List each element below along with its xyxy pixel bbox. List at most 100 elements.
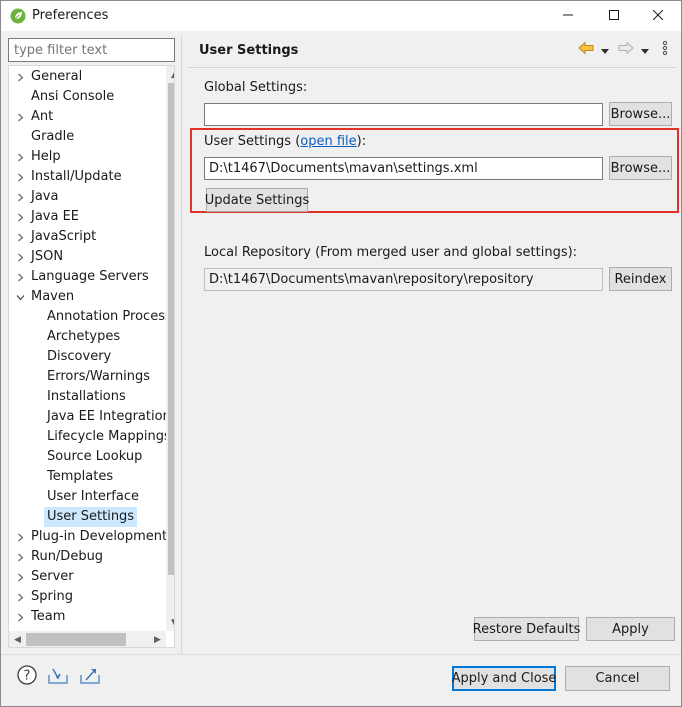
tree-item[interactable]: Plug-in Development	[9, 527, 168, 547]
chevron-right-icon[interactable]	[15, 227, 25, 247]
tree-item[interactable]: Server	[9, 567, 166, 587]
tree-item[interactable]: JavaScript	[9, 227, 166, 247]
forward-history-dropdown[interactable]	[639, 41, 651, 59]
local-repository-field[interactable]: D:\t1467\Documents\mavan\repository\repo…	[204, 268, 603, 291]
horizontal-scroll-thumb[interactable]	[26, 633, 126, 646]
back-dropdown-icon	[601, 43, 609, 58]
tree-item-label: Templates	[47, 469, 114, 484]
update-settings-button[interactable]: Update Settings	[205, 188, 309, 212]
restore-defaults-button[interactable]: Restore Defaults	[473, 617, 580, 641]
tree-item-label: Plug-in Development	[31, 529, 168, 544]
apply-and-close-button[interactable]: Apply and Close	[452, 666, 556, 691]
chevron-right-icon[interactable]	[15, 67, 25, 87]
scroll-down-icon[interactable]: ▼	[166, 614, 174, 631]
tree-item[interactable]: Spring	[9, 587, 166, 607]
tree-vertical-scrollbar[interactable]: ▲ ▼	[166, 66, 174, 631]
view-menu-button[interactable]	[660, 40, 670, 60]
tree-item[interactable]: Run/Debug	[9, 547, 166, 567]
tree-item[interactable]: Ansi Console	[9, 87, 166, 107]
import-button[interactable]	[47, 666, 69, 688]
chevron-right-icon[interactable]	[15, 567, 25, 587]
tree-item-label: Java EE	[31, 209, 80, 224]
scroll-right-icon[interactable]: ▶	[149, 631, 166, 647]
import-icon	[47, 665, 69, 689]
open-file-link[interactable]: open file	[300, 134, 356, 149]
tree-item[interactable]: Java EE	[9, 207, 166, 227]
tree-item[interactable]: Discovery	[9, 347, 166, 367]
back-button[interactable]	[577, 41, 595, 59]
tree-item-label: Help	[31, 149, 61, 164]
global-browse-button[interactable]: Browse...	[609, 102, 672, 126]
chevron-right-icon[interactable]	[15, 207, 25, 227]
tree-item[interactable]: Lifecycle Mappings	[9, 427, 171, 447]
chevron-right-icon[interactable]	[15, 527, 25, 547]
chevron-right-icon[interactable]	[15, 187, 25, 207]
tree-item[interactable]: Maven	[9, 287, 166, 307]
tree-item[interactable]: Java	[9, 187, 166, 207]
chevron-right-icon[interactable]	[15, 107, 25, 127]
scroll-up-icon[interactable]: ▲	[166, 66, 174, 83]
tree-item[interactable]: User Settings	[9, 507, 166, 527]
chevron-right-icon[interactable]	[15, 147, 25, 167]
tree-item-label: Annotation Process	[47, 309, 172, 324]
tree-item[interactable]: Help	[9, 147, 166, 167]
user-settings-field[interactable]: D:\t1467\Documents\mavan\settings.xml	[204, 157, 603, 180]
title-bar[interactable]: Preferences	[1, 1, 681, 31]
tree-item[interactable]: Annotation Process	[9, 307, 172, 327]
tree-item[interactable]: Language Servers	[9, 267, 166, 287]
tree-item[interactable]: Java EE Integration	[9, 407, 171, 427]
tree-item[interactable]: Ant	[9, 107, 166, 127]
tree-item[interactable]: Installations	[9, 387, 166, 407]
chevron-down-icon[interactable]	[15, 287, 25, 307]
forward-button[interactable]	[617, 41, 635, 59]
local-repository-label: Local Repository (From merged user and g…	[204, 245, 578, 260]
back-history-dropdown[interactable]	[599, 41, 611, 59]
chevron-right-icon[interactable]	[15, 547, 25, 567]
tree-item[interactable]: Archetypes	[9, 327, 166, 347]
close-button[interactable]	[635, 1, 681, 31]
chevron-right-icon[interactable]	[15, 247, 25, 267]
tree-item[interactable]: Errors/Warnings	[9, 367, 166, 387]
chevron-right-icon[interactable]	[15, 607, 25, 627]
export-button[interactable]	[79, 666, 101, 688]
tree-item-label: Installations	[47, 389, 126, 404]
tree-item[interactable]: Team	[9, 607, 166, 627]
help-icon: ?	[17, 665, 37, 689]
tree-item-label: User Settings	[44, 507, 138, 527]
help-button[interactable]: ?	[16, 665, 38, 689]
tree-item[interactable]: User Interface	[9, 487, 166, 507]
tree-horizontal-scrollbar[interactable]: ◀ ▶	[9, 631, 166, 647]
tree-item-label: Lifecycle Mappings	[47, 429, 171, 444]
chevron-right-icon[interactable]	[15, 587, 25, 607]
vertical-scroll-thumb[interactable]	[168, 83, 174, 575]
chevron-right-icon[interactable]	[15, 267, 25, 287]
maximize-button[interactable]	[591, 1, 637, 31]
user-settings-label: User Settings (open file):	[204, 134, 367, 149]
tree-item[interactable]: General	[9, 67, 166, 87]
chevron-right-icon[interactable]	[15, 167, 25, 187]
window-title: Preferences	[32, 8, 109, 23]
tree-item[interactable]: Templates	[9, 467, 166, 487]
tree-item[interactable]: Install/Update	[9, 167, 166, 187]
tree-item-label: Team	[31, 609, 66, 624]
tree-item-label: Ant	[31, 109, 54, 124]
tree-item-label: Java	[31, 189, 59, 204]
tree-item-label: Language Servers	[31, 269, 149, 284]
global-settings-label: Global Settings:	[204, 80, 308, 95]
tree-item[interactable]: Gradle	[9, 127, 166, 147]
tree-item[interactable]: JSON	[9, 247, 166, 267]
tree-item-label: Errors/Warnings	[47, 369, 151, 384]
dialog-button-separator	[1, 654, 681, 655]
pane-divider[interactable]	[181, 34, 182, 654]
reindex-button[interactable]: Reindex	[609, 267, 672, 291]
apply-button[interactable]: Apply	[586, 617, 675, 641]
minimize-button[interactable]	[545, 1, 591, 31]
cancel-button[interactable]: Cancel	[565, 666, 670, 691]
user-browse-button[interactable]: Browse...	[609, 156, 672, 180]
scroll-left-icon[interactable]: ◀	[9, 631, 26, 647]
close-icon	[652, 9, 664, 24]
filter-input[interactable]	[8, 38, 175, 62]
tree-item[interactable]: Source Lookup	[9, 447, 166, 467]
global-settings-field[interactable]	[204, 103, 603, 126]
view-menu-icon	[662, 40, 668, 60]
